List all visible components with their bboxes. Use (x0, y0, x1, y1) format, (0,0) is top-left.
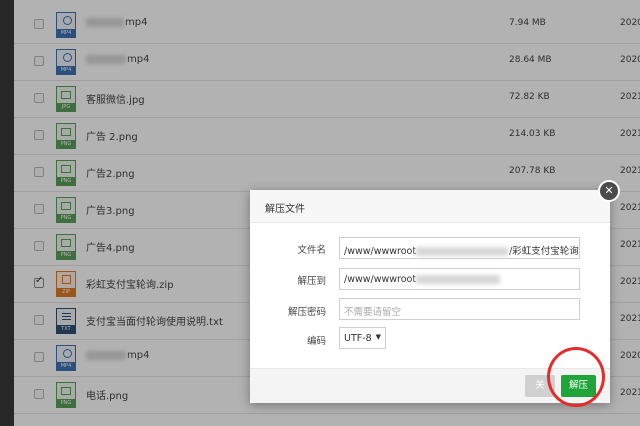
filename-label: 文件名 (297, 245, 326, 256)
redacted-path (416, 275, 501, 284)
encoding-select[interactable]: UTF-8 ▼ (339, 327, 386, 349)
caret-down-icon: ▼ (375, 333, 381, 341)
filename-field[interactable]: /www/wwwroot/彩虹支付宝轮询.zip (339, 237, 580, 259)
dialog-title: 解压文件 (265, 204, 305, 215)
extract-to-label: 解压到 (297, 276, 326, 287)
dialog-header: 解压文件 (250, 190, 610, 223)
close-icon[interactable]: ✕ (598, 180, 620, 202)
redacted-path (416, 247, 509, 256)
filename-suffix: /彩虹支付宝轮询.zip (509, 246, 580, 257)
extract-to-field[interactable]: /www/wwwroot (339, 268, 580, 290)
password-label: 解压密码 (287, 307, 326, 318)
extract-to-prefix: /www/wwwroot (344, 274, 417, 285)
filename-prefix: /www/wwwroot (344, 246, 417, 257)
annotation-circle (547, 347, 605, 407)
password-field[interactable]: 不需要请留空 (339, 298, 580, 320)
encoding-value: UTF-8 (344, 333, 372, 344)
encoding-label: 编码 (306, 336, 326, 347)
